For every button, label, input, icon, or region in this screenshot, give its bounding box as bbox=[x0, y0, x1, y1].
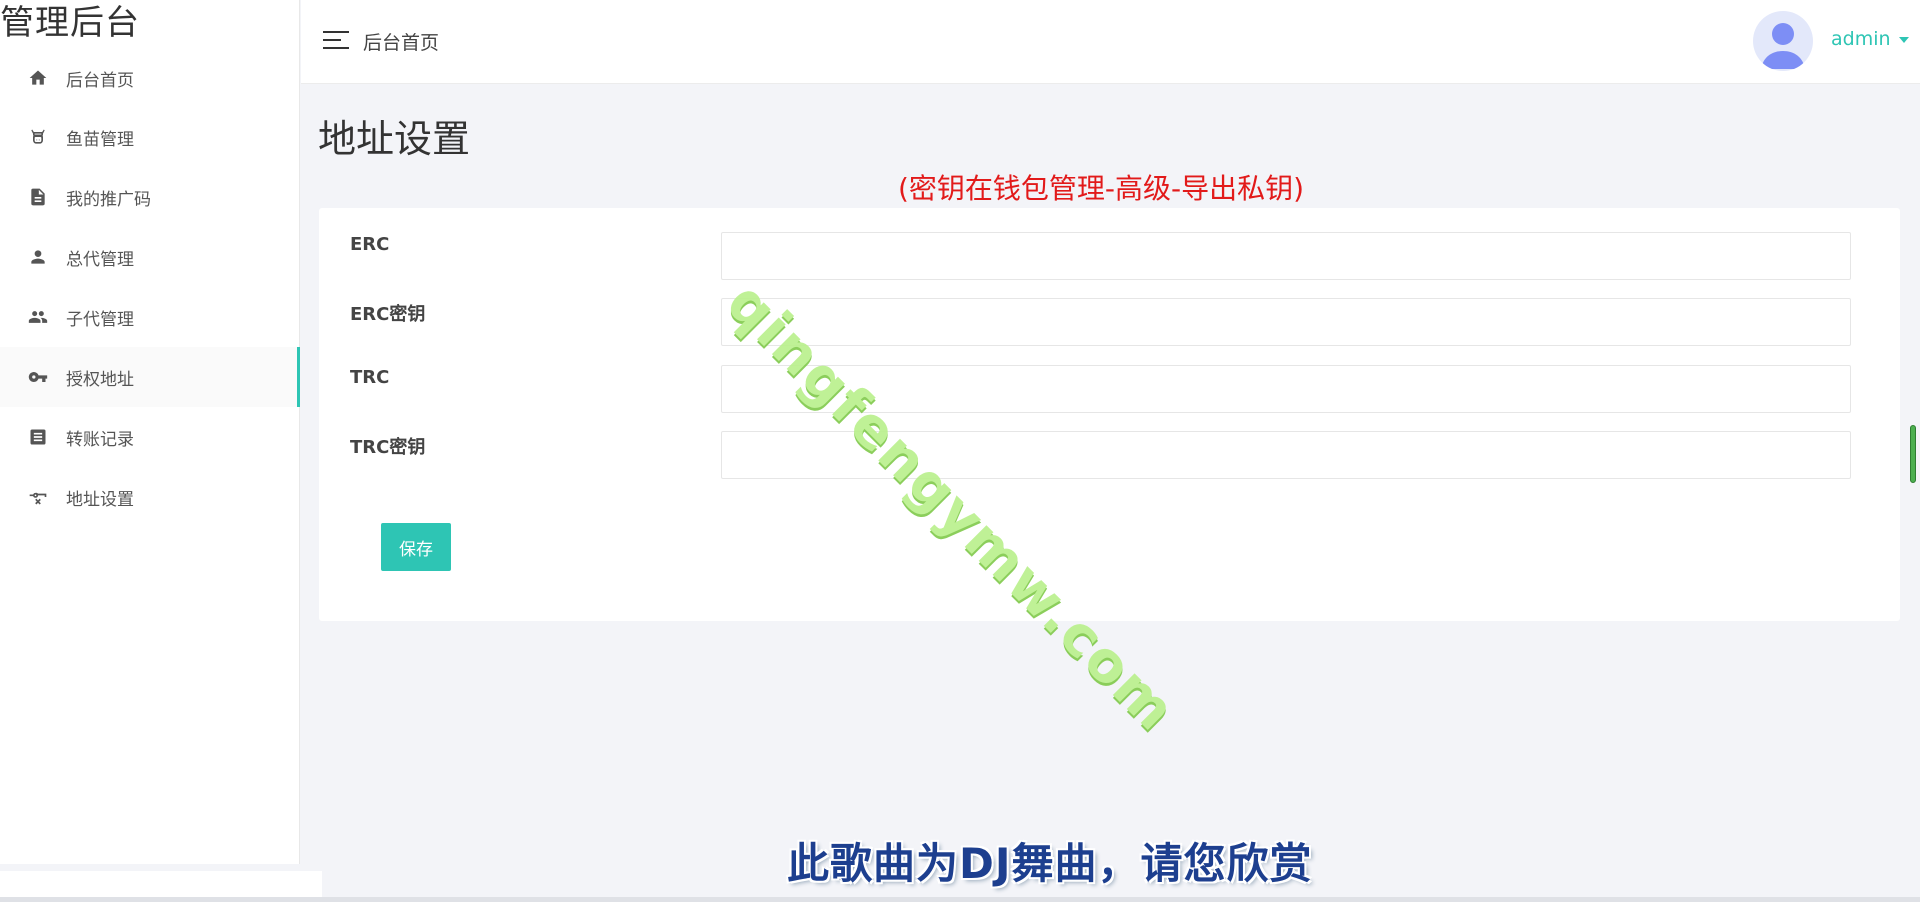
record-icon bbox=[26, 425, 50, 449]
sidebar-item-authorized-address[interactable]: 授权地址 bbox=[0, 347, 300, 407]
erc-key-input[interactable] bbox=[721, 298, 1851, 346]
user-avatar-icon bbox=[1761, 23, 1805, 69]
chevron-down-icon bbox=[1898, 37, 1909, 43]
home-icon bbox=[26, 66, 50, 90]
save-button[interactable]: 保存 bbox=[381, 523, 451, 571]
sidebar-item-label: 地址设置 bbox=[66, 489, 134, 510]
key-icon bbox=[26, 365, 50, 389]
page-title: 地址设置 bbox=[318, 117, 471, 161]
sidebar: 管理后台 后台首页 鱼苗管理 我的推广码 总代管理 子代管理 授权地址 转账记录… bbox=[0, 0, 300, 864]
erc-input[interactable] bbox=[721, 232, 1851, 280]
document-icon bbox=[26, 185, 50, 209]
menu-toggle-icon[interactable] bbox=[323, 31, 349, 51]
sidebar-item-label: 转账记录 bbox=[66, 429, 134, 450]
bottom-strip bbox=[0, 897, 1920, 902]
user-menu[interactable]: admin bbox=[1831, 28, 1909, 50]
sidebar-item-label: 子代管理 bbox=[66, 309, 134, 330]
sidebar-item-transfer-records[interactable]: 转账记录 bbox=[0, 407, 300, 467]
erc-label: ERC bbox=[350, 234, 390, 255]
sidebar-item-label: 后台首页 bbox=[66, 70, 134, 91]
sidebar-item-label: 鱼苗管理 bbox=[66, 129, 134, 150]
sidebar-item-label: 授权地址 bbox=[66, 369, 134, 390]
username: admin bbox=[1831, 28, 1891, 50]
erc-key-label: ERC密钥 bbox=[350, 304, 426, 325]
trc-key-label: TRC密钥 bbox=[350, 437, 426, 458]
video-subtitle: 此歌曲为DJ舞曲，请您欣赏 bbox=[787, 839, 1313, 888]
sidebar-item-promo-code[interactable]: 我的推广码 bbox=[0, 167, 300, 227]
notice-text: (密钥在钱包管理-高级-导出私钥) bbox=[898, 172, 1305, 205]
sidebar-item-label: 总代管理 bbox=[66, 249, 134, 270]
avatar[interactable] bbox=[1753, 11, 1813, 71]
brand-title: 管理后台 bbox=[0, 3, 140, 43]
person-icon bbox=[26, 245, 50, 269]
cow-icon bbox=[26, 125, 50, 149]
settings-form: ERC ERC密钥 TRC TRC密钥 保存 bbox=[319, 208, 1900, 621]
sidebar-item-general-agent[interactable]: 总代管理 bbox=[0, 227, 300, 287]
key-off-icon bbox=[26, 485, 50, 509]
sidebar-item-address-settings[interactable]: 地址设置 bbox=[0, 467, 300, 527]
sidebar-item-label: 我的推广码 bbox=[66, 189, 151, 210]
sidebar-item-home[interactable]: 后台首页 bbox=[0, 48, 300, 108]
breadcrumb[interactable]: 后台首页 bbox=[363, 28, 439, 55]
top-header: 后台首页 admin bbox=[301, 0, 1920, 84]
trc-label: TRC bbox=[350, 367, 390, 388]
people-icon bbox=[26, 305, 50, 329]
sidebar-item-sub-agent[interactable]: 子代管理 bbox=[0, 287, 300, 347]
scrollbar-thumb[interactable] bbox=[1910, 425, 1916, 483]
sidebar-item-fry[interactable]: 鱼苗管理 bbox=[0, 107, 300, 167]
